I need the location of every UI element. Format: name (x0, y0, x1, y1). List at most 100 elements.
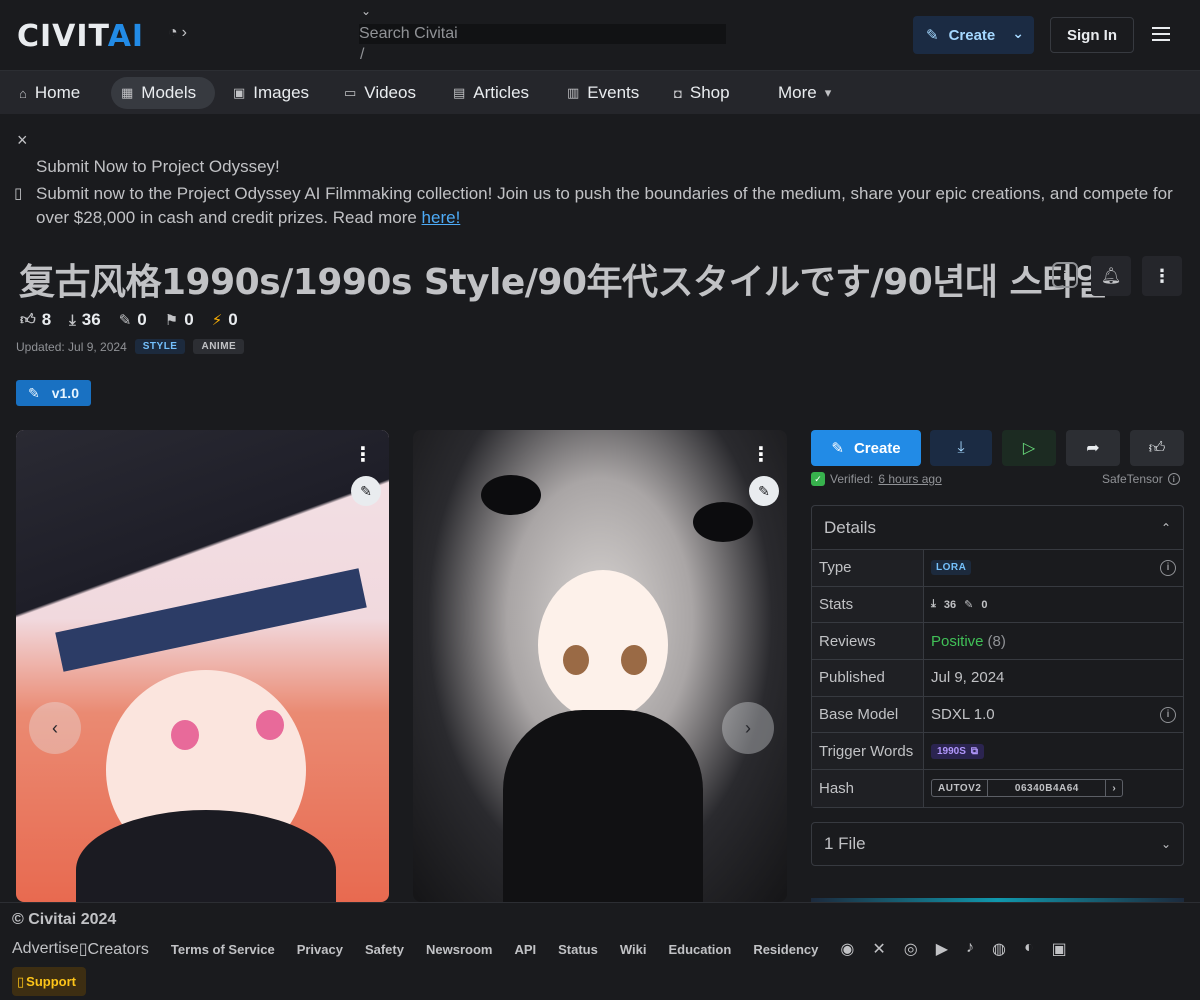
footer-creators[interactable]: ▯Creators (79, 939, 149, 959)
more-vertical-icon[interactable]: ⋮ (1142, 256, 1182, 296)
announcement-link[interactable]: here! (422, 208, 461, 227)
footer-terms[interactable]: Terms of Service (171, 942, 275, 957)
gallery-image-gothic[interactable]: ⋮ ✎ (413, 430, 787, 902)
info-icon[interactable]: i (1160, 706, 1176, 723)
footer-advertise[interactable]: Advertise (12, 940, 79, 958)
announcement-title: Submit Now to Project Odyssey! (36, 157, 280, 176)
hash-box[interactable]: AUTOV2 06340B4A64 › (931, 779, 1124, 798)
download-button[interactable]: ⤓ (930, 430, 992, 466)
tag-style[interactable]: STYLE (134, 339, 186, 354)
search-shortcut: / (360, 46, 365, 63)
footer-residency[interactable]: Residency (753, 942, 818, 957)
verified-time[interactable]: 6 hours ago (878, 472, 941, 486)
nav-label: Events (587, 83, 640, 102)
share-button[interactable]: ➦ (1066, 430, 1120, 466)
discord-icon[interactable]: ◉ (840, 939, 854, 959)
files-accordion[interactable]: 1 File ⌄ (811, 822, 1184, 866)
footer-newsroom[interactable]: Newsroom (426, 942, 492, 957)
caret-down-icon: ▾ (824, 85, 832, 100)
footer-education[interactable]: Education (668, 942, 731, 957)
github-icon[interactable]: ◐ (1024, 939, 1034, 959)
x-twitter-icon[interactable]: ✕ (872, 939, 885, 959)
more-vertical-icon[interactable]: ⋮ (353, 442, 373, 467)
nav-more[interactable]: More ▾ (768, 77, 841, 109)
brush-icon[interactable]: ✎ (351, 476, 381, 506)
lightning-icon: ⚡︎ (211, 312, 223, 329)
stats-downloads: 36 (943, 598, 957, 611)
info-icon[interactable]: i (1052, 262, 1078, 288)
palette-icon: ◔ (168, 24, 178, 41)
more-vertical-icon[interactable]: ⋮ (751, 442, 771, 467)
civitai-logo[interactable]: CIVITAI (17, 19, 144, 54)
nav-label: Home (34, 83, 81, 102)
support-button[interactable]: ▯ Support (12, 967, 86, 996)
gallery-image-witch[interactable]: ⋮ ✎ (16, 430, 389, 902)
create-button[interactable]: ✎ Create ⌄ (913, 16, 1034, 54)
nav-events[interactable]: ▥ Events (557, 77, 649, 109)
details-title: Details (824, 517, 876, 537)
nav-images[interactable]: ▣ Images (223, 77, 319, 109)
nav-label: More (778, 83, 817, 102)
brush-icon: ✎ (831, 440, 844, 457)
footer: © Civitai 2024 Advertise ▯Creators Terms… (0, 902, 1200, 1000)
trigger-word-tag[interactable]: 1990S ⧉ (931, 743, 985, 759)
nav-home[interactable]: ⌂ Home (9, 77, 90, 109)
home-icon: ⌂ (19, 85, 27, 101)
info-icon[interactable]: i (1160, 559, 1176, 576)
details-row-published: Published Jul 9, 2024 (812, 660, 1183, 697)
footer-links: Advertise ▯Creators Terms of Service Pri… (12, 939, 1067, 959)
model-stats: 👍︎ 8 ⤓ 36 ✎ 0 ⚑ 0 ⚡︎ 0 (20, 310, 238, 330)
hair-bow (481, 475, 541, 515)
nav-videos[interactable]: ▭ Videos (334, 77, 426, 109)
sign-in-button[interactable]: Sign In (1050, 17, 1134, 53)
heart-icon: ▯ (17, 973, 25, 989)
thumb-up-icon: 👍︎ (1148, 439, 1166, 457)
download-icon: ⤓ (957, 439, 965, 456)
reviews-sentiment[interactable]: Positive (931, 633, 984, 650)
brush-icon[interactable]: ✎ (749, 476, 779, 506)
hash-value[interactable]: 06340B4A64 (988, 780, 1107, 797)
generate-create-button[interactable]: ✎ Create (811, 430, 921, 466)
info-icon[interactable]: i (1167, 473, 1180, 485)
like-button[interactable]: 👍︎ (1130, 430, 1184, 466)
details-row-reviews: Reviews Positive (8) (812, 623, 1183, 661)
bell-plus-icon[interactable]: 🔔︎ (1091, 256, 1131, 296)
reddit-icon[interactable]: ◍ (992, 939, 1006, 959)
youtube-icon[interactable]: ▶ (936, 939, 948, 959)
logo-extra[interactable]: ◔ › (168, 24, 187, 42)
image-icon: ▣ (233, 85, 246, 100)
footer-status[interactable]: Status (558, 942, 598, 957)
carousel-prev-button[interactable]: ‹ (29, 702, 81, 754)
nav-models[interactable]: ▦ Models (111, 77, 215, 109)
tag-anime[interactable]: ANIME (193, 339, 245, 354)
hash-algo[interactable]: AUTOV2 (932, 780, 989, 797)
footer-wiki[interactable]: Wiki (620, 942, 647, 957)
instagram-icon[interactable]: ◎ (904, 939, 918, 959)
nav-articles[interactable]: ▤ Articles (443, 77, 539, 109)
nav-shop[interactable]: ◘ Shop (664, 77, 740, 109)
hamburger-menu-icon[interactable] (1152, 22, 1176, 46)
file-format-label: SafeTensor (1102, 472, 1163, 486)
details-key: Type (812, 550, 924, 586)
chevron-right-icon[interactable]: › (1106, 780, 1122, 796)
details-row-base-model: Base Model SDXL 1.0 i (812, 696, 1183, 734)
twitch-icon[interactable]: ▣ (1052, 939, 1067, 959)
updated-row: Updated: Jul 9, 2024 STYLE ANIME (16, 339, 245, 354)
play-button[interactable]: ▷ (1002, 430, 1056, 466)
nav-label: Videos (364, 83, 416, 102)
chevron-right-icon: › (745, 717, 751, 738)
footer-api[interactable]: API (514, 942, 536, 957)
close-icon[interactable]: × (17, 130, 28, 151)
model-title: 复古风格1990s/1990s Style/90年代スタイルです/90년대 스타… (19, 262, 1108, 303)
chevron-down-icon: ⌄ (1160, 837, 1171, 851)
character-eye (563, 645, 589, 675)
footer-privacy[interactable]: Privacy (297, 942, 343, 957)
buzz-count: 0 (228, 310, 238, 329)
chevron-down-icon[interactable]: ⌄ (361, 4, 371, 18)
version-button[interactable]: ✎ v1.0 (16, 380, 91, 406)
carousel-next-button[interactable]: › (722, 702, 774, 754)
search-input[interactable] (359, 24, 726, 44)
footer-safety[interactable]: Safety (365, 942, 404, 957)
tiktok-icon[interactable]: ♪ (966, 939, 974, 959)
details-header[interactable]: Details ⌃ (812, 506, 1183, 550)
